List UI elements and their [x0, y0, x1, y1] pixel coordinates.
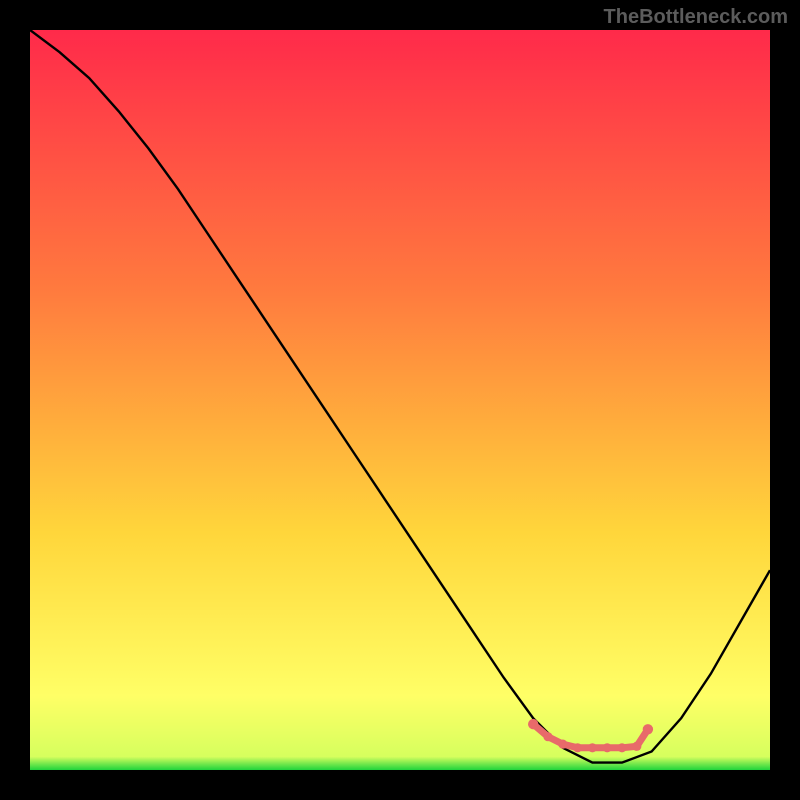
- watermark-text: TheBottleneck.com: [604, 6, 788, 29]
- marker-dot: [558, 740, 567, 749]
- plot-area: [30, 30, 770, 770]
- marker-dot: [643, 724, 653, 734]
- marker-dot: [617, 743, 626, 752]
- marker-dot: [573, 743, 582, 752]
- plot-svg: [30, 30, 770, 770]
- marker-dot: [543, 732, 552, 741]
- marker-dot: [603, 743, 612, 752]
- marker-dot: [588, 743, 597, 752]
- chart-container: TheBottleneck.com: [0, 0, 800, 800]
- marker-dot: [528, 719, 538, 729]
- marker-dot: [632, 742, 641, 751]
